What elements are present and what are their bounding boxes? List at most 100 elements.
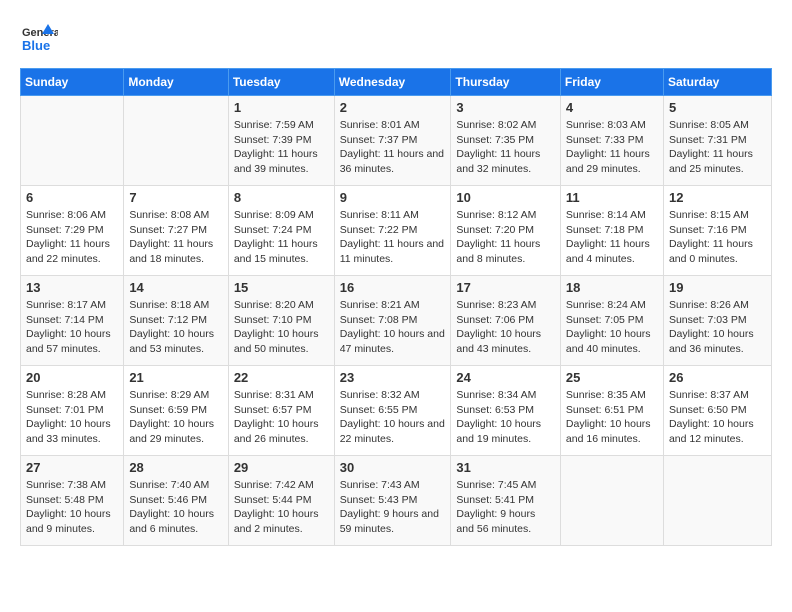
day-number: 26	[669, 370, 766, 385]
day-number: 28	[129, 460, 222, 475]
calendar-week-row: 6 Sunrise: 8:06 AMSunset: 7:29 PMDaylight…	[21, 186, 772, 276]
day-number: 5	[669, 100, 766, 115]
day-info: Sunrise: 8:14 AMSunset: 7:18 PMDaylight:…	[566, 208, 658, 267]
day-number: 1	[234, 100, 329, 115]
weekday-header: Wednesday	[334, 69, 451, 96]
day-info: Sunrise: 8:06 AMSunset: 7:29 PMDaylight:…	[26, 208, 118, 267]
calendar-cell: 1Sunrise: 7:59 AMSunset: 7:39 PMDaylight…	[228, 96, 334, 186]
weekday-header: Thursday	[451, 69, 561, 96]
day-number: 16	[340, 280, 446, 295]
day-number: 20	[26, 370, 118, 385]
day-info: Sunrise: 7:45 AMSunset: 5:41 PMDaylight:…	[456, 478, 555, 537]
calendar-cell	[560, 456, 663, 546]
day-info: Sunrise: 7:38 AMSunset: 5:48 PMDaylight:…	[26, 478, 118, 537]
day-number: 8	[234, 190, 329, 205]
calendar-cell: 15Sunrise: 8:20 AMSunset: 7:10 PMDayligh…	[228, 276, 334, 366]
day-info: Sunrise: 8:03 AMSunset: 7:33 PMDaylight:…	[566, 118, 658, 177]
calendar-cell: 3 Sunrise: 8:02 AMSunset: 7:35 PMDaylight…	[451, 96, 561, 186]
calendar-cell: 22 Sunrise: 8:31 AMSunset: 6:57 PMDayligh…	[228, 366, 334, 456]
day-number: 12	[669, 190, 766, 205]
day-number: 19	[669, 280, 766, 295]
day-number: 4	[566, 100, 658, 115]
logo-container: General Blue	[20, 20, 58, 58]
calendar-cell: 14 Sunrise: 8:18 AMSunset: 7:12 PMDayligh…	[124, 276, 228, 366]
day-number: 30	[340, 460, 446, 475]
calendar-cell: 9 Sunrise: 8:11 AMSunset: 7:22 PMDaylight…	[334, 186, 451, 276]
day-info: Sunrise: 8:29 AMSunset: 6:59 PMDaylight:…	[129, 388, 222, 447]
day-number: 22	[234, 370, 329, 385]
day-info: Sunrise: 8:31 AMSunset: 6:57 PMDaylight:…	[234, 388, 329, 447]
weekday-header: Saturday	[663, 69, 771, 96]
calendar-cell: 31Sunrise: 7:45 AMSunset: 5:41 PMDayligh…	[451, 456, 561, 546]
day-number: 11	[566, 190, 658, 205]
day-number: 14	[129, 280, 222, 295]
calendar-cell: 4 Sunrise: 8:03 AMSunset: 7:33 PMDaylight…	[560, 96, 663, 186]
day-info: Sunrise: 8:11 AMSunset: 7:22 PMDaylight:…	[340, 208, 446, 267]
day-number: 25	[566, 370, 658, 385]
day-info: Sunrise: 8:08 AMSunset: 7:27 PMDaylight:…	[129, 208, 222, 267]
weekday-header: Tuesday	[228, 69, 334, 96]
day-info: Sunrise: 8:15 AMSunset: 7:16 PMDaylight:…	[669, 208, 766, 267]
calendar-week-row: 1Sunrise: 7:59 AMSunset: 7:39 PMDaylight…	[21, 96, 772, 186]
day-info: Sunrise: 8:28 AMSunset: 7:01 PMDaylight:…	[26, 388, 118, 447]
calendar-week-row: 13Sunrise: 8:17 AMSunset: 7:14 PMDayligh…	[21, 276, 772, 366]
day-info: Sunrise: 8:18 AMSunset: 7:12 PMDaylight:…	[129, 298, 222, 357]
day-info: Sunrise: 8:21 AMSunset: 7:08 PMDaylight:…	[340, 298, 446, 357]
calendar-cell: 6 Sunrise: 8:06 AMSunset: 7:29 PMDaylight…	[21, 186, 124, 276]
day-number: 13	[26, 280, 118, 295]
day-number: 7	[129, 190, 222, 205]
calendar-cell: 26Sunrise: 8:37 AMSunset: 6:50 PMDayligh…	[663, 366, 771, 456]
calendar-cell: 8Sunrise: 8:09 AMSunset: 7:24 PMDaylight…	[228, 186, 334, 276]
day-info: Sunrise: 7:43 AMSunset: 5:43 PMDaylight:…	[340, 478, 446, 537]
calendar-cell: 2 Sunrise: 8:01 AMSunset: 7:37 PMDaylight…	[334, 96, 451, 186]
day-info: Sunrise: 8:20 AMSunset: 7:10 PMDaylight:…	[234, 298, 329, 357]
day-info: Sunrise: 8:32 AMSunset: 6:55 PMDaylight:…	[340, 388, 446, 447]
weekday-header: Monday	[124, 69, 228, 96]
calendar-cell: 19 Sunrise: 8:26 AMSunset: 7:03 PMDayligh…	[663, 276, 771, 366]
calendar-cell: 24Sunrise: 8:34 AMSunset: 6:53 PMDayligh…	[451, 366, 561, 456]
day-number: 6	[26, 190, 118, 205]
calendar-cell: 16 Sunrise: 8:21 AMSunset: 7:08 PMDayligh…	[334, 276, 451, 366]
day-info: Sunrise: 8:02 AMSunset: 7:35 PMDaylight:…	[456, 118, 555, 177]
calendar-cell: 23 Sunrise: 8:32 AMSunset: 6:55 PMDayligh…	[334, 366, 451, 456]
day-info: Sunrise: 7:42 AMSunset: 5:44 PMDaylight:…	[234, 478, 329, 537]
day-info: Sunrise: 8:26 AMSunset: 7:03 PMDaylight:…	[669, 298, 766, 357]
calendar-cell	[21, 96, 124, 186]
logo: General Blue	[20, 20, 58, 58]
calendar-cell	[124, 96, 228, 186]
day-info: Sunrise: 8:24 AMSunset: 7:05 PMDaylight:…	[566, 298, 658, 357]
calendar-cell: 21 Sunrise: 8:29 AMSunset: 6:59 PMDayligh…	[124, 366, 228, 456]
calendar-cell: 20 Sunrise: 8:28 AMSunset: 7:01 PMDayligh…	[21, 366, 124, 456]
calendar-cell: 11 Sunrise: 8:14 AMSunset: 7:18 PMDayligh…	[560, 186, 663, 276]
header-row: SundayMondayTuesdayWednesdayThursdayFrid…	[21, 69, 772, 96]
day-number: 23	[340, 370, 446, 385]
day-info: Sunrise: 8:23 AMSunset: 7:06 PMDaylight:…	[456, 298, 555, 357]
calendar-cell: 29 Sunrise: 7:42 AMSunset: 5:44 PMDayligh…	[228, 456, 334, 546]
calendar-cell: 13Sunrise: 8:17 AMSunset: 7:14 PMDayligh…	[21, 276, 124, 366]
day-number: 9	[340, 190, 446, 205]
day-number: 17	[456, 280, 555, 295]
day-number: 3	[456, 100, 555, 115]
day-number: 2	[340, 100, 446, 115]
svg-text:Blue: Blue	[22, 38, 50, 53]
calendar-cell	[663, 456, 771, 546]
day-number: 10	[456, 190, 555, 205]
page-header: General Blue	[20, 20, 772, 58]
calendar-week-row: 27 Sunrise: 7:38 AMSunset: 5:48 PMDayligh…	[21, 456, 772, 546]
day-info: Sunrise: 8:05 AMSunset: 7:31 PMDaylight:…	[669, 118, 766, 177]
calendar-cell: 10 Sunrise: 8:12 AMSunset: 7:20 PMDayligh…	[451, 186, 561, 276]
calendar-cell: 12 Sunrise: 8:15 AMSunset: 7:16 PMDayligh…	[663, 186, 771, 276]
day-number: 21	[129, 370, 222, 385]
calendar-cell: 5 Sunrise: 8:05 AMSunset: 7:31 PMDaylight…	[663, 96, 771, 186]
day-number: 27	[26, 460, 118, 475]
calendar-cell: 28Sunrise: 7:40 AMSunset: 5:46 PMDayligh…	[124, 456, 228, 546]
day-number: 18	[566, 280, 658, 295]
day-info: Sunrise: 8:12 AMSunset: 7:20 PMDaylight:…	[456, 208, 555, 267]
day-info: Sunrise: 8:34 AMSunset: 6:53 PMDaylight:…	[456, 388, 555, 447]
day-number: 29	[234, 460, 329, 475]
day-info: Sunrise: 8:35 AMSunset: 6:51 PMDaylight:…	[566, 388, 658, 447]
calendar-cell: 25 Sunrise: 8:35 AMSunset: 6:51 PMDayligh…	[560, 366, 663, 456]
day-info: Sunrise: 8:01 AMSunset: 7:37 PMDaylight:…	[340, 118, 446, 177]
weekday-header: Sunday	[21, 69, 124, 96]
calendar-cell: 17 Sunrise: 8:23 AMSunset: 7:06 PMDayligh…	[451, 276, 561, 366]
